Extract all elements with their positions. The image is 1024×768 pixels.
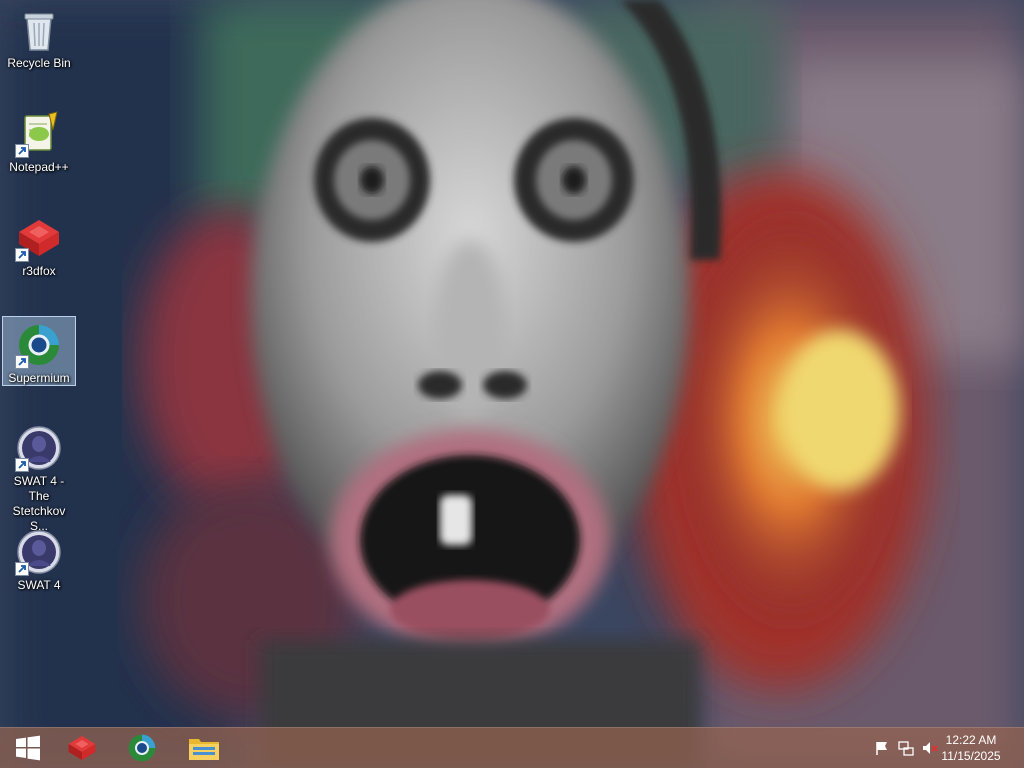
desktop-icon-notepad-plus-plus[interactable]: Notepad++ [2,106,76,202]
taskbar-supermium-button[interactable] [114,728,170,768]
clock-date: 11/15/2025 [941,749,1001,763]
start-button[interactable] [0,728,56,768]
desktop-icon-swat4[interactable]: SWAT 4 [2,524,76,620]
swat4-icon [15,424,63,472]
desktop-icon-label: Recycle Bin [7,56,71,70]
shortcut-arrow-icon [15,458,29,472]
recycle-bin-icon [15,6,63,54]
shortcut-arrow-icon [15,248,29,262]
desktop-icon-label: SWAT 4 [17,578,61,592]
desktop[interactable]: Recycle Bin Notepad++ r3dfox Supermium S… [0,0,1024,768]
desktop-icon-r3dfox[interactable]: r3dfox [2,210,76,306]
supermium-icon [128,734,156,762]
wallpaper-image [0,0,1024,768]
taskbar-r3dfox-button[interactable] [54,728,110,768]
clock-time: 12:22 AM [945,733,997,747]
shortcut-arrow-icon [15,355,29,369]
r3dfox-icon [68,736,96,760]
supermium-icon [15,321,63,369]
desktop-icon-swat4-stetchkov[interactable]: SWAT 4 - The Stetchkov S... [2,420,76,533]
desktop-icon-label: r3dfox [22,264,56,278]
desktop-icon-recycle-bin[interactable]: Recycle Bin [2,2,76,98]
windows-logo-icon [16,735,40,761]
taskbar: 12:22 AM 11/15/2025 [0,727,1024,768]
notepad-plus-plus-icon [15,110,63,158]
desktop-icon-label: Notepad++ [9,160,69,174]
shortcut-arrow-icon [15,562,29,576]
desktop-icon-supermium[interactable]: Supermium [2,316,76,386]
folder-icon [189,739,219,760]
action-center-flag-icon[interactable] [874,740,890,756]
shortcut-arrow-icon [15,144,29,158]
desktop-icon-label: Supermium [8,371,70,385]
taskbar-file-explorer-button[interactable] [176,728,232,768]
swat4-icon [15,528,63,576]
network-icon[interactable] [898,740,914,756]
clock[interactable]: 12:22 AM 11/15/2025 [936,732,1006,764]
r3dfox-icon [15,214,63,262]
